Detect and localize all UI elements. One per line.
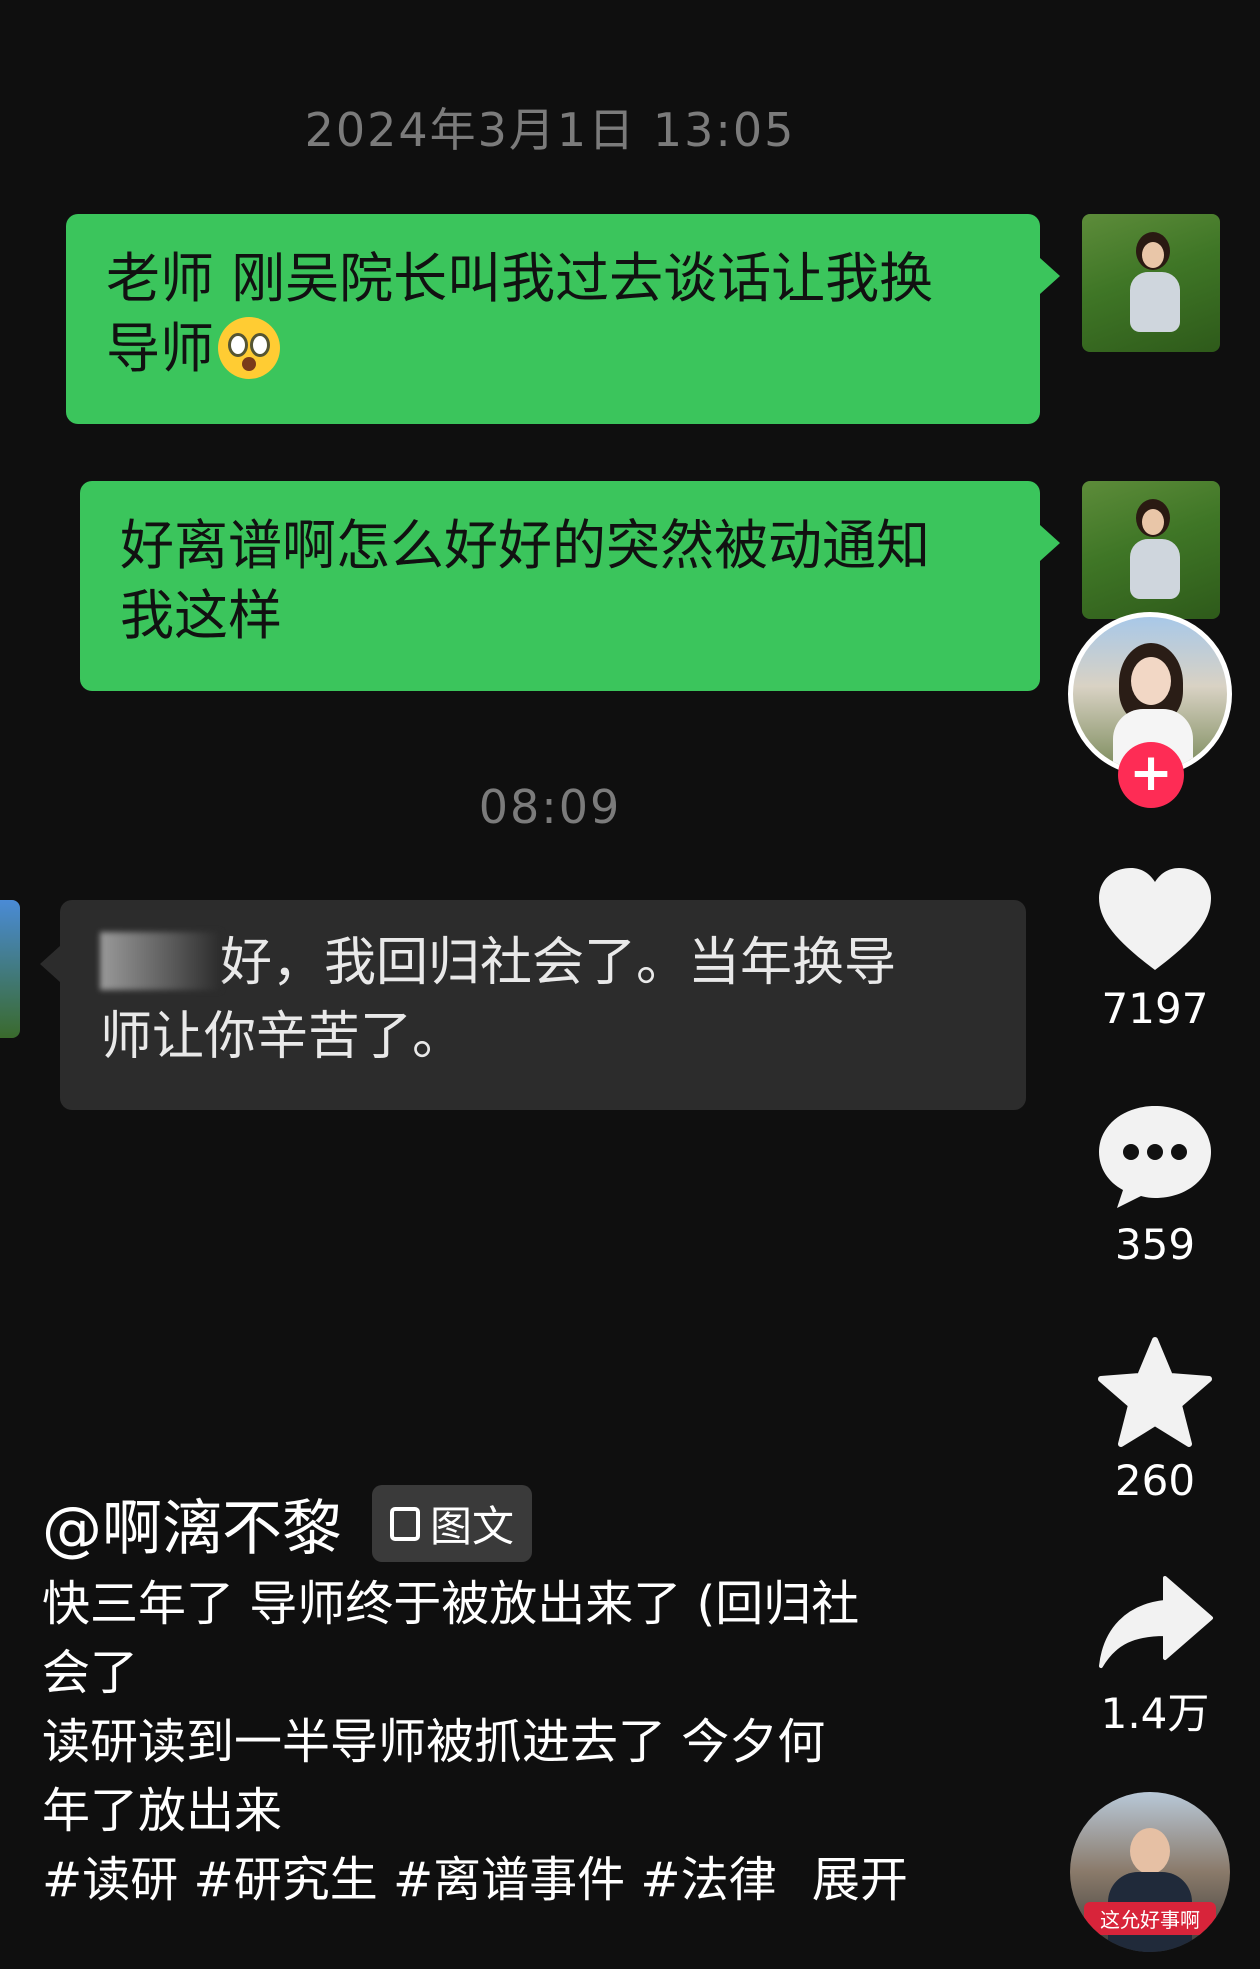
share-button[interactable]: 1.4万	[1090, 1572, 1220, 1741]
chat-message-1: 老师 刚吴院长叫我过去谈话让我换 导师	[66, 214, 1060, 424]
chat-reply-line2: 师让你辛苦了。	[100, 1007, 465, 1067]
chat-message-2: 好离谱啊怎么好好的突然被动通知 我这样	[80, 481, 1060, 691]
chat-reply-line1: 好，我回归社会了。当年换导	[220, 933, 897, 993]
sender-avatar-1	[1082, 214, 1220, 352]
favorite-button[interactable]: 260	[1090, 1336, 1220, 1505]
share-count: 1.4万	[1100, 1689, 1210, 1738]
surprised-face-emoji-icon	[218, 317, 280, 379]
post-type-chip: 图文	[372, 1485, 533, 1562]
caption-line-3: 读研读到一半导师被抓进去了 今夕何	[42, 1714, 826, 1770]
redacted-text	[100, 932, 220, 990]
post-type-label: 图文	[430, 1502, 515, 1551]
star-icon	[1098, 1337, 1212, 1447]
caption-hashtags[interactable]: #读研 #研究生 #离谱事件 #法律	[42, 1852, 777, 1908]
chat-timestamp-1: 2024年3月1日 13:05	[304, 103, 796, 157]
share-arrow-icon	[1099, 1576, 1213, 1668]
favorite-count: 260	[1114, 1456, 1196, 1505]
receiver-avatar-edge	[0, 900, 20, 1038]
comment-button[interactable]: 359	[1090, 1102, 1220, 1269]
chat-message-1-line1: 老师 刚吴院长叫我过去谈话让我换	[106, 247, 934, 310]
gallery-icon	[390, 1506, 420, 1541]
comment-bubble-icon	[1099, 1106, 1211, 1208]
chat-message-1-line2: 导师	[106, 317, 214, 380]
like-count: 7197	[1101, 984, 1209, 1033]
caption-line-2: 会了	[42, 1645, 139, 1701]
comment-count: 359	[1114, 1220, 1196, 1269]
caption-line-1: 快三年了 导师终于被放出来了 (回归社	[42, 1576, 860, 1632]
chat-message-1-line2-wrap: 导师	[106, 314, 1000, 384]
chat-reply-line1-wrap: 好，我回归社会了。当年换导	[100, 926, 986, 1000]
follow-button[interactable]: +	[1118, 742, 1184, 808]
caption-line-4: 年了放出来	[42, 1783, 283, 1839]
like-button[interactable]: 7197	[1090, 866, 1220, 1033]
expand-link[interactable]: 展开	[812, 1852, 908, 1908]
music-disc-label: 这允好事啊	[1084, 1902, 1216, 1935]
caption-hashtag-row: #读研 #研究生 #离谱事件 #法律 展开	[42, 1846, 962, 1915]
post-caption: 快三年了 导师终于被放出来了 (回归社 会了 读研读到一半导师被抓进去了 今夕何…	[42, 1570, 962, 1915]
heart-icon	[1099, 868, 1211, 970]
chat-timestamp-2: 08:09	[478, 780, 622, 834]
author-row: @啊漓不黎 图文	[42, 1480, 533, 1567]
chat-message-2-line2: 我这样	[120, 584, 282, 647]
sender-avatar-2	[1082, 481, 1220, 619]
chat-reply: 好，我回归社会了。当年换导 师让你辛苦了。	[40, 900, 1026, 1110]
author-name[interactable]: @啊漓不黎	[42, 1480, 342, 1567]
music-disc[interactable]: 这允好事啊	[1070, 1792, 1230, 1952]
chat-message-2-line1: 好离谱啊怎么好好的突然被动通知	[120, 514, 930, 577]
